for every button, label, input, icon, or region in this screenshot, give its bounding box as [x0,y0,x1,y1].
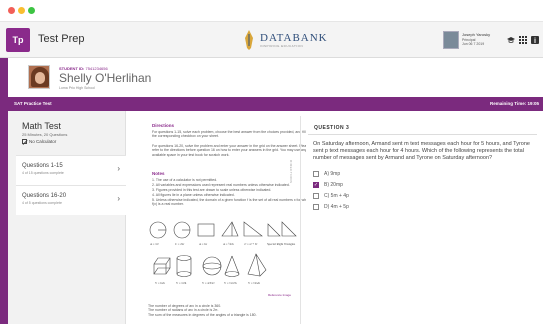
graduation-icon[interactable] [507,36,515,44]
question-number: QUESTION 3 [314,125,350,131]
formula-label: V = lwh [155,281,165,285]
directions-heading: Directions [152,123,175,128]
formula-label: Special Right Triangles [267,242,296,246]
fact-item: The sum of the measures in degrees of th… [148,312,257,317]
pen-nib-icon [243,30,255,50]
app-header: Tp Test Prep DATABANK INSPIRING EDUCATIO… [0,22,543,58]
remaining-time: Remaining Time: 19:05 [490,101,539,106]
calculator-status: No Calculator [22,139,56,144]
test-sidebar: Math Test 25 Minutes, 20 Questions No Ca… [8,111,126,324]
directions-paragraph-1: For questions 1-15, solve each problem, … [152,130,310,139]
test-title: SAT Practice Test [14,101,52,106]
note-item: 5. Unless otherwise indicated, the domai… [152,198,311,207]
question-text: On Saturday afternoon, Armand sent m tex… [313,141,530,161]
note-item: 3. Figures provided in this test are dra… [152,188,272,192]
note-item: 1. The use of a calculator is not permit… [152,178,218,182]
chevron-right-icon: › [117,194,120,203]
notes-heading: Notes [152,171,165,176]
reference-image-label[interactable]: Reference Image [268,293,291,297]
user-info[interactable]: Joseph Yarosky Principal Jun 06 7 2019 [462,32,498,47]
student-name: Shelly O'Herlihan [59,71,152,85]
no-calculator-icon [22,139,27,144]
formula-label: V = ⅓πr²h [224,281,237,285]
user-date: Jun 06 7 2019 [462,42,485,46]
test-meta: 25 Minutes, 20 Questions [22,132,68,137]
answer-choice-b[interactable]: ✓ B) 20mp [313,181,403,189]
section-progress: 4 of 5 questions complete [22,201,62,205]
app-logo[interactable]: Tp [6,28,30,52]
chevron-right-icon: › [117,164,120,173]
maximize-window-button[interactable] [28,7,35,14]
section-title: Questions 16-20 [22,193,67,199]
formula-label: V = πr²h [176,281,187,285]
section-questions-1-15[interactable]: Questions 1-15 4 of 15 questions complet… [16,155,126,185]
note-item: 4. All figures lie in a plane unless oth… [152,193,235,197]
side-rail [0,58,8,324]
checkbox[interactable] [313,193,319,199]
brand-logo: DATABANK INSPIRING EDUCATION [243,30,328,50]
info-icon[interactable] [531,36,539,44]
formula-label: A = ½bh [223,242,234,246]
brand-tagline: INSPIRING EDUCATION [260,43,304,48]
formula-label: A = lw [199,242,208,246]
choice-label: B) 20mp [324,182,343,188]
checkbox[interactable] [313,171,319,177]
student-school: Loma Prio High School [59,86,95,90]
student-header: STUDENT ID: 7541234656 Shelly O'Herlihan… [8,58,543,94]
reference-formulas-figure: A = πr² C = 2πr A = lw A = ½bh c² = a² +… [149,221,297,285]
directions-side-tag: DIRECTIONS [289,160,293,184]
app-title: Test Prep [38,33,85,45]
checkbox[interactable] [313,204,319,210]
minimize-window-button[interactable] [18,7,25,14]
remaining-time-label: Remaining Time: [490,101,527,106]
question-header: QUESTION 3 [308,121,537,135]
test-banner: SAT Practice Test Remaining Time: 19:05 [8,97,543,111]
formula-label: V = ⅓lwh [248,281,261,285]
section-title: Questions 1-15 [22,163,63,169]
window-chrome [0,0,543,22]
calculator-label: No Calculator [29,139,57,144]
student-photo [28,65,50,89]
close-window-button[interactable] [8,7,15,14]
formula-label: A = πr² [150,242,159,246]
choice-label: D) 4m + 5p [324,204,349,210]
answer-choice-a[interactable]: A) 9mp [313,170,403,178]
note-item: 2. All variables and expressions used re… [152,183,290,187]
section-progress: 4 of 15 questions complete [22,171,64,175]
formula-label: c² = a² + b² [244,242,257,246]
formula-label: V = 4/3πr³ [202,281,215,285]
directions-paragraph-2: For questions 16-20, solve the problem a… [152,144,310,157]
section-questions-16-20[interactable]: Questions 16-20 4 of 5 questions complet… [16,185,126,215]
choice-label: C) 5m + 4p [324,193,349,199]
math-test-title: Math Test [22,121,61,131]
checkbox-checked[interactable]: ✓ [313,182,319,188]
formula-label: C = 2πr [175,242,184,246]
choice-label: A) 9mp [324,171,341,177]
answer-choice-c[interactable]: C) 5m + 4p [313,192,403,200]
user-avatar[interactable] [443,31,459,49]
brand-name: DATABANK [260,31,328,44]
reference-facts: The number of degrees of arc in a circle… [148,304,298,317]
grid-icon[interactable] [519,36,527,44]
panel-divider [300,116,301,324]
remaining-time-value: 19:05 [527,101,539,106]
answer-choice-d[interactable]: D) 4m + 5p [313,203,403,211]
